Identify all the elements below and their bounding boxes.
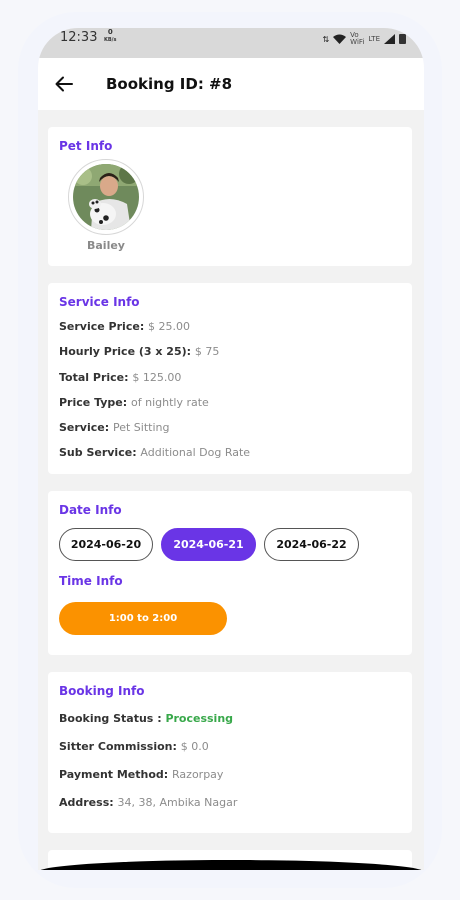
total-price-value: $ 125.00 [132,371,182,384]
pet-photo [73,164,139,230]
app-screen: 12:33 0 KB/s ⇅ Vo WiFi LTE Booking ID: #… [38,28,424,870]
data-arrows-icon: ⇅ [322,34,330,44]
hourly-price-value: $ 75 [194,345,220,358]
date-info-card: Date Info 2024-06-20 2024-06-21 2024-06-… [48,491,412,655]
service-info-card: Service Info Service Price: $ 25.00 Hour… [48,283,412,474]
sitter-commission-row: Sitter Commission: $ 0.0 [59,740,209,753]
pet-info-card: Pet Info Bailey [48,127,412,266]
sitter-commission-value: $ 0.0 [180,740,209,753]
service-price-value: $ 25.00 [148,320,191,333]
signal-icon [384,34,395,44]
pet-avatar[interactable] [68,159,144,235]
booking-info-title: Booking Info [59,684,145,698]
booking-info-card: Booking Info Booking Status : Processing… [48,672,412,833]
service-info-title: Service Info [59,295,140,309]
service-label: Service [59,421,105,434]
price-type-label: Price Type [59,396,123,409]
date-chip-2024-06-22[interactable]: 2024-06-22 [264,528,359,561]
network-speed-value: 0 [107,28,113,36]
booking-status-row: Booking Status : Processing [59,712,234,725]
sitter-commission-label: Sitter Commission [59,740,173,753]
page-title: Booking ID: #8 [106,75,233,93]
arrow-left-icon [55,76,73,92]
service-price-label: Service Price [59,320,140,333]
status-bar: 12:33 0 KB/s ⇅ Vo WiFi LTE [38,28,424,58]
hourly-price-label: Hourly Price (3 x 25) [59,345,187,358]
pet-photo-image [73,164,139,230]
wifi-icon [333,34,347,44]
total-price-row: Total Price: $ 125.00 [59,371,182,384]
date-info-title: Date Info [59,503,122,517]
price-type-value: of nightly rate [131,396,209,409]
payment-method-label: Payment Method [59,768,164,781]
total-price-label: Total Price [59,371,125,384]
service-price-row: Service Price: $ 25.00 [59,320,191,333]
payment-method-row: Payment Method: Razorpay [59,768,224,781]
price-type-row: Price Type: of nightly rate [59,396,209,409]
service-row: Service: Pet Sitting [59,421,170,434]
hourly-price-row: Hourly Price (3 x 25): $ 75 [59,345,220,358]
network-speed: 0 KB/s [104,29,117,44]
status-time: 12:33 [60,30,98,45]
address-label: Address [59,796,110,809]
vowifi-label: Vo WiFi [350,31,365,46]
battery-icon [399,34,406,44]
booking-status-label: Booking Status [59,712,158,725]
sub-service-value: Additional Dog Rate [140,446,251,459]
payment-method-value: Razorpay [172,768,224,781]
time-slot-button[interactable]: 1:00 to 2:00 [59,602,227,635]
sub-service-row: Sub Service: Additional Dog Rate [59,446,251,459]
status-icons: ⇅ Vo WiFi LTE [322,32,406,46]
service-value: Pet Sitting [112,421,170,434]
date-chip-2024-06-21[interactable]: 2024-06-21 [161,528,256,561]
address-row: Address: 34, 38, Ambika Nagar [59,796,238,809]
pet-info-title: Pet Info [59,139,113,153]
lte-label: LTE [368,34,380,43]
address-value: 34, 38, Ambika Nagar [117,796,238,809]
app-bar: Booking ID: #8 [38,58,424,110]
date-chip-2024-06-20[interactable]: 2024-06-20 [59,528,153,561]
booking-status-value: Processing [165,712,234,725]
back-button[interactable] [40,58,88,110]
network-speed-unit: KB/s [104,37,117,43]
time-info-title: Time Info [59,574,123,588]
pet-name: Bailey [87,239,125,252]
sub-service-label: Sub Service [59,446,133,459]
